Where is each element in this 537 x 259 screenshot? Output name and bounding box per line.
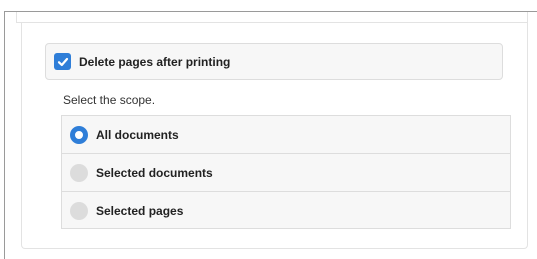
scope-option-selected-documents[interactable]: Selected documents [62,154,510,192]
radio-unselected-icon[interactable] [70,163,88,182]
scope-option-label: Selected documents [96,165,213,180]
radio-unselected-icon[interactable] [70,202,88,220]
checkmark-icon [57,57,68,66]
radio-selected-icon[interactable] [70,125,88,144]
scope-radio-group: All documents Selected documents Selecte… [61,115,511,229]
header-strip [16,12,528,23]
scope-option-all-documents[interactable]: All documents [62,116,510,154]
scope-option-label: All documents [96,127,179,142]
scope-option-label: Selected pages [96,204,184,218]
scope-option-selected-pages[interactable]: Selected pages [62,192,510,230]
delete-pages-checkbox[interactable] [54,53,71,70]
delete-pages-label: Delete pages after printing [79,54,231,69]
delete-pages-checkbox-row[interactable]: Delete pages after printing [45,43,503,80]
scope-label: Select the scope. [63,93,156,107]
